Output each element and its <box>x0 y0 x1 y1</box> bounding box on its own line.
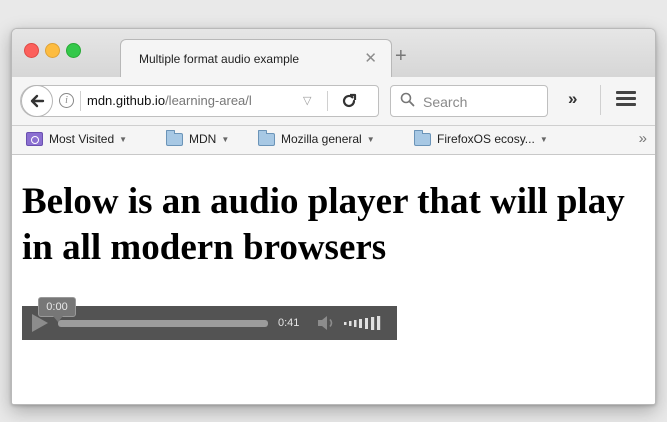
chevron-down-icon: ▼ <box>366 134 375 144</box>
reload-icon[interactable] <box>341 92 357 110</box>
folder-icon <box>414 129 431 146</box>
site-info-icon[interactable]: i <box>59 93 74 108</box>
search-bar[interactable]: Search <box>390 85 548 117</box>
back-arrow-icon <box>30 94 45 108</box>
toolbar-overflow-button[interactable]: » <box>568 89 577 109</box>
current-time-tooltip: 0:00 <box>38 297 76 322</box>
bookmark-label: Mozilla general <box>281 132 362 146</box>
bookmark-mozilla-general[interactable]: Mozilla general ▼ <box>258 129 375 146</box>
close-window-button[interactable] <box>24 43 39 58</box>
page-title: Below is an audio player that will play … <box>22 181 625 268</box>
bookmark-mdn[interactable]: MDN ▼ <box>166 129 230 146</box>
back-button[interactable] <box>21 85 53 117</box>
bookmark-label: MDN <box>189 132 217 146</box>
dropdown-history-icon[interactable]: ▽ <box>303 94 311 107</box>
url-divider <box>80 91 81 111</box>
tab-title: Multiple format audio example <box>139 52 300 66</box>
reload-divider <box>327 91 328 111</box>
page-content: Below is an audio player that will play … <box>12 155 655 404</box>
url-bar[interactable]: i mdn.github.io/learning-area/l ▽ <box>20 85 379 117</box>
toolbar-divider <box>600 85 601 115</box>
folder-icon <box>258 129 275 146</box>
bookmarks-toolbar: Most Visited ▼ MDN ▼ Mozilla general ▼ F… <box>12 126 655 155</box>
chevron-down-icon: ▼ <box>119 134 128 144</box>
bookmarks-overflow-button[interactable]: » <box>639 130 647 147</box>
search-placeholder: Search <box>423 94 468 110</box>
minimize-window-button[interactable] <box>45 43 60 58</box>
search-icon <box>400 92 415 107</box>
tab-close-icon[interactable]: ✕ <box>364 49 377 67</box>
progress-slider[interactable] <box>58 320 268 327</box>
maximize-window-button[interactable] <box>66 43 81 58</box>
volume-slider[interactable] <box>344 316 388 330</box>
chevron-down-icon: ▼ <box>539 134 548 144</box>
most-visited-icon <box>26 132 43 146</box>
hamburger-menu-icon[interactable] <box>616 91 636 107</box>
tab-active[interactable]: Multiple format audio example ✕ <box>120 39 392 78</box>
chevron-down-icon: ▼ <box>221 134 230 144</box>
volume-icon[interactable] <box>316 315 340 331</box>
browser-window: Multiple format audio example ✕ + i mdn.… <box>11 28 656 405</box>
navigation-toolbar: i mdn.github.io/learning-area/l ▽ Search… <box>12 77 655 126</box>
url-host: mdn.github.io <box>87 93 166 108</box>
duration-label: 0:41 <box>278 317 300 329</box>
new-tab-button[interactable]: + <box>395 46 407 66</box>
url-path: /learning-area/l <box>165 93 252 108</box>
title-bar: Multiple format audio example ✕ + <box>12 29 655 78</box>
bookmark-firefoxos[interactable]: FirefoxOS ecosy... ▼ <box>414 129 548 146</box>
bookmark-label: FirefoxOS ecosy... <box>437 132 535 146</box>
bookmark-label: Most Visited <box>49 132 115 146</box>
url-text[interactable]: mdn.github.io/learning-area/l <box>87 93 297 108</box>
bookmark-most-visited[interactable]: Most Visited ▼ <box>26 132 127 146</box>
audio-player[interactable]: 0:00 0:41 <box>22 297 397 340</box>
folder-icon <box>166 129 183 146</box>
